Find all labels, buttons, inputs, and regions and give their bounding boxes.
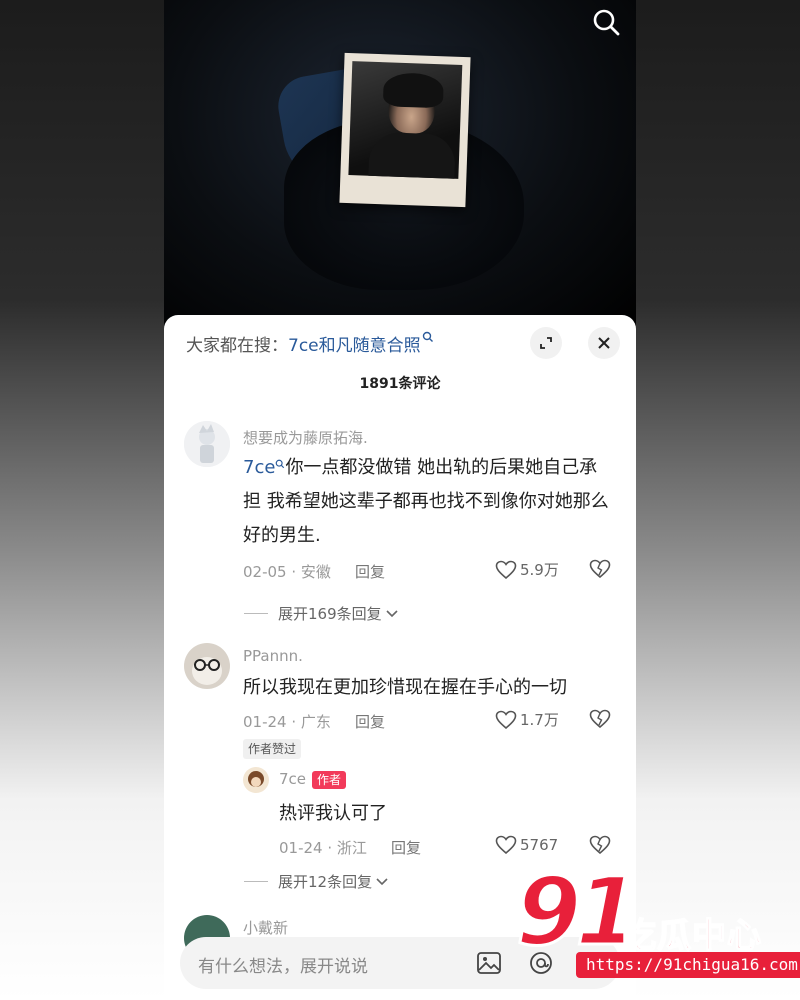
broken-heart-icon: [589, 559, 611, 579]
comment-meta: 01-24 · 广东 回复 1.7万: [243, 709, 623, 733]
comment-item: PPannn. 所以我现在更加珍惜现在握在手心的一切 01-24 · 广东 回复…: [164, 643, 636, 893]
heart-icon: [495, 560, 517, 579]
broken-heart-icon: [589, 709, 611, 729]
small-search-icon: [422, 331, 433, 342]
like-count: 1.7万: [520, 711, 559, 729]
reply-username-row: 7ce 作者: [279, 770, 347, 789]
expand-icon: [540, 337, 552, 349]
comment-date-location: 01-24 · 广东: [243, 713, 331, 731]
comment-count: 1891条评论: [359, 376, 441, 392]
close-button[interactable]: [588, 327, 620, 359]
reply-text: 热评我认可了: [279, 803, 387, 824]
watermark-number: 91: [515, 858, 643, 967]
comment-username[interactable]: 小戴新: [243, 917, 288, 938]
phone-screen: 大家都在搜：7ce和凡随意合照 1891条评论 想要成为藤原拓海. 7ce 你一…: [164, 0, 636, 1000]
comments-header: 大家都在搜：7ce和凡随意合照 1891条评论: [164, 315, 636, 405]
expand-replies-label: 展开12条回复: [278, 873, 373, 891]
divider-line: [244, 881, 268, 882]
broken-heart-icon: [589, 835, 611, 855]
image-icon: [477, 952, 501, 974]
video-player[interactable]: [164, 0, 636, 330]
comment-username[interactable]: PPannn.: [243, 647, 303, 665]
expand-button[interactable]: [530, 327, 562, 359]
reply-item: 7ce 作者 热评我认可了 01-24 · 浙江 回复 5767: [164, 767, 636, 857]
search-button[interactable]: [590, 6, 622, 38]
mention-link[interactable]: 7ce: [243, 457, 275, 478]
reply-button[interactable]: 回复: [355, 711, 385, 732]
trending-prefix: 大家都在搜：: [186, 336, 288, 356]
polaroid-image: [348, 61, 463, 179]
author-liked-badge: 作者赞过: [243, 739, 302, 759]
image-picker-button[interactable]: [476, 950, 502, 980]
comment-input-placeholder: 有什么想法，展开说说: [198, 957, 368, 977]
expand-replies-button[interactable]: 展开12条回复: [244, 871, 389, 892]
avatar[interactable]: [184, 643, 230, 689]
mention-search-icon: [276, 459, 285, 469]
watermark-url: https://91chigua16.com: [576, 952, 800, 978]
like-button[interactable]: 5.9万: [495, 559, 559, 580]
heart-icon: [495, 710, 517, 729]
like-button[interactable]: 1.7万: [495, 709, 559, 730]
like-count: 5767: [520, 836, 559, 854]
comment-item: 想要成为藤原拓海. 7ce 你一点都没做错 她出轨的后果她自己承担 我希望她这辈子…: [164, 421, 636, 624]
comment-username[interactable]: 想要成为藤原拓海.: [243, 427, 368, 448]
polaroid-photo: [339, 52, 471, 208]
heart-icon: [495, 835, 517, 855]
comment-text: 所以我现在更加珍惜现在握在手心的一切: [243, 677, 567, 698]
figure-body: [368, 131, 456, 179]
chevron-down-icon: [386, 609, 398, 617]
like-button[interactable]: 5767: [495, 835, 558, 855]
avatar-image: [184, 421, 230, 467]
dislike-button[interactable]: [589, 559, 611, 583]
site-watermark: 91 吃瓜中心 https://91chigua16.com: [515, 864, 800, 982]
like-count: 5.9万: [520, 561, 559, 579]
comment-text: 7ce 你一点都没做错 她出轨的后果她自己承担 我希望她这辈子都再也找不到像你对她…: [243, 451, 615, 553]
trending-search[interactable]: 大家都在搜：7ce和凡随意合照: [186, 331, 434, 356]
divider-line: [244, 613, 268, 614]
reply-date-location: 01-24 · 浙江: [279, 839, 367, 857]
watermark-name: 吃瓜中心: [621, 915, 762, 957]
avatar[interactable]: [184, 421, 230, 467]
author-tag: 作者: [312, 770, 347, 789]
expand-replies-button[interactable]: 展开169条回复: [244, 603, 399, 624]
reply-button[interactable]: 回复: [355, 561, 385, 582]
chevron-down-icon: [376, 877, 388, 885]
reply-username[interactable]: 7ce: [279, 770, 306, 788]
dislike-button[interactable]: [589, 835, 611, 859]
comment-body: 你一点都没做错 她出轨的后果她自己承担 我希望她这辈子都再也找不到像你对她那么好…: [243, 457, 609, 546]
comment-date-location: 02-05 · 安徽: [243, 563, 331, 581]
reply-button[interactable]: 回复: [391, 837, 421, 858]
reply-avatar[interactable]: [243, 767, 269, 793]
avatar-image: [243, 767, 269, 793]
search-icon: [593, 9, 620, 36]
close-icon: [598, 337, 610, 349]
avatar-image: [184, 643, 230, 689]
expand-replies-label: 展开169条回复: [278, 605, 382, 623]
dislike-button[interactable]: [589, 709, 611, 733]
comment-meta: 02-05 · 安徽 回复 5.9万: [243, 559, 623, 583]
trending-keyword[interactable]: 7ce和凡随意合照: [288, 336, 421, 356]
reply-meta: 01-24 · 浙江 回复 5767: [279, 835, 623, 859]
figure-hair: [382, 72, 444, 109]
